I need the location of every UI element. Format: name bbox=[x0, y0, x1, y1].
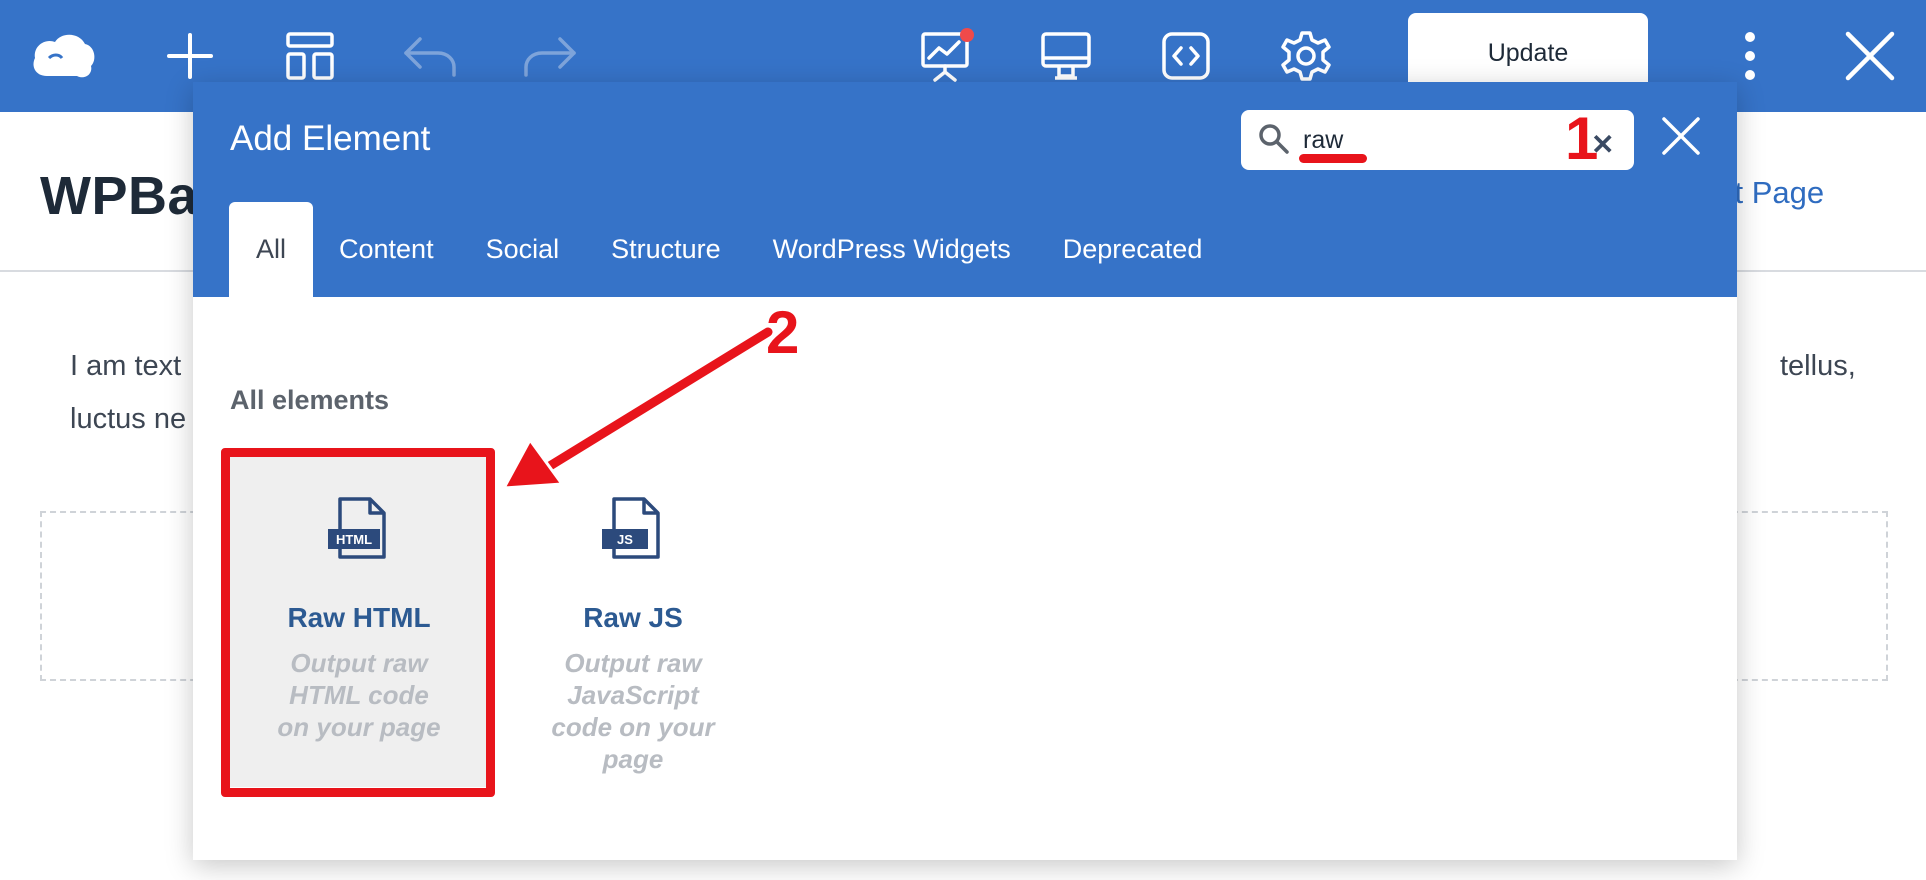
js-file-icon: JS bbox=[600, 495, 666, 566]
close-icon[interactable] bbox=[1830, 18, 1910, 94]
modal-header: Add Element 1 ✕ All Content Social Struc… bbox=[193, 82, 1737, 297]
svg-text:JS: JS bbox=[617, 532, 633, 547]
cloud-logo-icon[interactable] bbox=[24, 18, 104, 94]
tab-social[interactable]: Social bbox=[460, 202, 586, 297]
annotation-underline bbox=[1299, 154, 1367, 163]
text-line: I am text bbox=[70, 350, 182, 382]
tab-structure[interactable]: Structure bbox=[585, 202, 747, 297]
element-name: Raw JS bbox=[583, 602, 683, 633]
tab-deprecated[interactable]: Deprecated bbox=[1037, 202, 1229, 297]
modal-title: Add Element bbox=[230, 119, 431, 158]
category-tabs: All Content Social Structure WordPress W… bbox=[229, 202, 1228, 297]
text-line: luctus ne bbox=[70, 403, 187, 435]
section-label: All elements bbox=[230, 385, 390, 415]
text-line: tellus, bbox=[1780, 350, 1856, 382]
element-description: Output raw JavaScript code on your page bbox=[551, 648, 715, 774]
search-icon bbox=[1257, 122, 1291, 161]
tab-all[interactable]: All bbox=[229, 202, 313, 297]
tab-wordpress-widgets[interactable]: WordPress Widgets bbox=[747, 202, 1037, 297]
tab-content[interactable]: Content bbox=[313, 202, 460, 297]
annotation-arrow-icon bbox=[502, 324, 776, 490]
notification-dot bbox=[960, 28, 974, 42]
annotation-highlight-box bbox=[221, 448, 495, 797]
element-raw-js[interactable]: JS Raw JS Output raw JavaScript code on … bbox=[504, 457, 762, 787]
page-title: WPBal bbox=[40, 166, 214, 226]
modal-close-icon[interactable] bbox=[1661, 116, 1701, 161]
clear-search-icon[interactable]: ✕ bbox=[1591, 128, 1614, 161]
